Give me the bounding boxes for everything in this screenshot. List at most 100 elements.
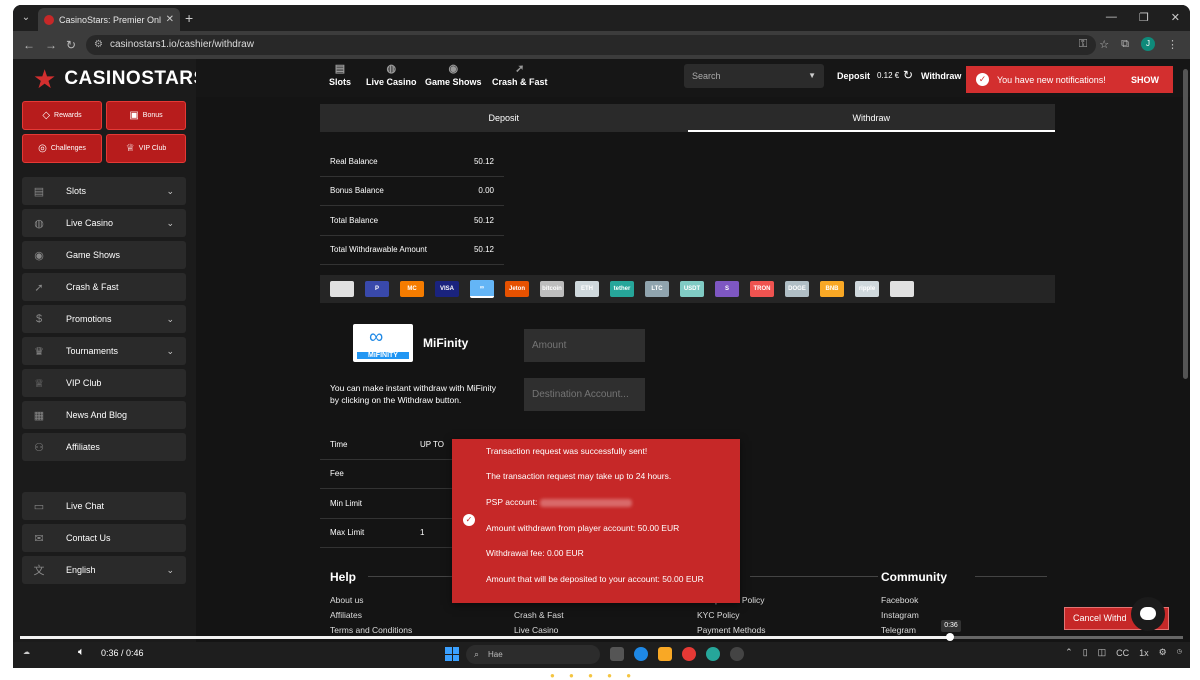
settings-icon[interactable]: ⚙ xyxy=(1159,647,1167,658)
sidebar-item-label: News And Blog xyxy=(66,410,128,420)
sidebar-item-tournaments[interactable]: ♛ Tournaments ⌄ xyxy=(22,337,186,365)
footer-link[interactable]: Crash & Fast xyxy=(514,610,564,620)
chevron-down-icon[interactable]: ⌄ xyxy=(166,218,174,229)
site-info-icon[interactable]: ⚙ xyxy=(94,35,103,55)
chevron-down-icon[interactable]: ⌄ xyxy=(166,186,174,197)
sidebar-item-promotions[interactable]: $ Promotions ⌄ xyxy=(22,305,186,333)
topnav-live-casino[interactable]: ◍ Live Casino xyxy=(366,62,417,87)
chevron-down-icon[interactable]: ⌄ xyxy=(166,565,174,576)
file-explorer-icon[interactable] xyxy=(658,647,672,661)
sidebar-item-live-chat[interactable]: ▭ Live Chat xyxy=(22,492,186,520)
tab-withdraw[interactable]: Withdraw xyxy=(687,104,1055,132)
app-icon[interactable] xyxy=(706,647,720,661)
footer-link[interactable]: Payment Methods xyxy=(697,625,766,635)
payment-method-9[interactable]: LTC xyxy=(645,281,669,297)
playback-speed[interactable]: 1x xyxy=(1139,648,1149,658)
topnav-slots[interactable]: ▤ Slots xyxy=(329,62,351,87)
network-icon[interactable]: ◫ xyxy=(1098,647,1107,658)
sidebar-item-news-blog[interactable]: ▦ News And Blog xyxy=(22,401,186,429)
video-progress-bar[interactable] xyxy=(20,633,1183,641)
footer-link[interactable]: Live Casino xyxy=(514,625,558,635)
footer-link[interactable]: Affiliates xyxy=(330,610,362,620)
topnav-crash-fast[interactable]: ➚ Crash & Fast xyxy=(492,62,548,87)
payment-method-13[interactable]: DOGE xyxy=(785,281,809,297)
profile-avatar[interactable]: J xyxy=(1141,37,1155,51)
payment-method-16[interactable] xyxy=(890,281,914,297)
captions-icon[interactable]: CC xyxy=(1116,648,1129,658)
payment-method-4[interactable]: ∞ xyxy=(470,280,494,298)
payment-method-6[interactable]: bitcoin xyxy=(540,281,564,297)
footer-link[interactable]: KYC Policy xyxy=(697,610,740,620)
payment-method-14[interactable]: BNB xyxy=(820,281,844,297)
edge-icon[interactable] xyxy=(634,647,648,661)
footer-link[interactable]: Telegram xyxy=(881,625,916,635)
payment-method-5[interactable]: Jeton xyxy=(505,281,529,297)
back-icon[interactable]: ← xyxy=(23,38,35,52)
new-tab-icon[interactable]: + xyxy=(185,10,193,26)
amount-input[interactable] xyxy=(524,329,645,362)
volume-icon[interactable]: 🔈︎ xyxy=(78,646,85,659)
chevron-up-icon[interactable]: ⌃ xyxy=(1065,647,1073,658)
chevron-down-icon[interactable]: ⌄ xyxy=(166,346,174,357)
start-icon[interactable] xyxy=(445,647,459,661)
payment-method-12[interactable]: TRON xyxy=(750,281,774,297)
bonus-button[interactable]: ▣ Bonus xyxy=(106,101,186,130)
taskbar-search[interactable]: ⌕ Hae xyxy=(466,645,600,664)
footer-link[interactable]: About us xyxy=(330,595,364,605)
battery-icon[interactable]: ▯ xyxy=(1083,647,1088,658)
payment-method-0[interactable] xyxy=(330,281,354,297)
vip-club-button[interactable]: ♕ VIP Club xyxy=(106,134,186,163)
weather-icon[interactable]: ☁ xyxy=(23,648,30,656)
refresh-balance-icon[interactable]: ↻ xyxy=(903,68,913,82)
sidebar-item-game-shows[interactable]: ◉ Game Shows xyxy=(22,241,186,269)
payment-method-7[interactable]: ETH xyxy=(575,281,599,297)
sidebar-item-affiliates[interactable]: ⚇ Affiliates xyxy=(22,433,186,461)
page-scrollbar[interactable] xyxy=(1183,69,1188,379)
task-view-icon[interactable] xyxy=(610,647,624,661)
extensions-icon[interactable]: ⧉ xyxy=(1121,38,1129,51)
search-select[interactable]: Search ▼ xyxy=(684,64,824,88)
forward-icon[interactable]: → xyxy=(45,38,57,52)
sidebar-item-vip-club[interactable]: ♕ VIP Club xyxy=(22,369,186,397)
footer-link[interactable]: Instagram xyxy=(881,610,919,620)
close-tab-icon[interactable]: ✕ xyxy=(166,14,174,25)
minimize-icon[interactable]: — xyxy=(1106,11,1117,24)
url-field[interactable]: ⚙ casinostars1.io/cashier/withdraw xyxy=(86,35,1096,55)
chrome-icon[interactable] xyxy=(682,647,696,661)
restore-icon[interactable]: ❐ xyxy=(1139,11,1149,24)
payment-method-11[interactable]: S xyxy=(715,281,739,297)
app-icon[interactable] xyxy=(730,647,744,661)
withdraw-link[interactable]: Withdraw xyxy=(921,71,961,81)
close-window-icon[interactable]: ✕ xyxy=(1171,11,1180,24)
payment-method-10[interactable]: USDT xyxy=(680,281,704,297)
sidebar-item-contact-us[interactable]: ✉ Contact Us xyxy=(22,524,186,552)
payment-method-1[interactable]: P xyxy=(365,281,389,297)
show-notifications-button[interactable]: SHOW xyxy=(1131,75,1159,85)
browser-tab[interactable]: CasinoStars: Premier Online Ca ✕ xyxy=(38,8,180,31)
challenges-button[interactable]: ◎ Challenges xyxy=(22,134,102,163)
brand-logo[interactable]: ★ CASINOSTARS xyxy=(33,66,207,92)
reload-icon[interactable]: ↻ xyxy=(66,38,76,52)
footer-link[interactable]: Terms and Conditions xyxy=(330,625,412,635)
chevron-down-icon[interactable]: ⌄ xyxy=(166,314,174,325)
sidebar-item-crash-fast[interactable]: ➚ Crash & Fast xyxy=(22,273,186,301)
deposit-link[interactable]: Deposit xyxy=(837,71,870,81)
sidebar-item-live-casino[interactable]: ◍ Live Casino ⌄ xyxy=(22,209,186,237)
payment-method-8[interactable]: tether xyxy=(610,281,634,297)
key-icon[interactable]: ⚿ xyxy=(1079,38,1087,51)
sidebar-item-slots[interactable]: ▤ Slots ⌄ xyxy=(22,177,186,205)
rewards-button[interactable]: ◇ Rewards xyxy=(22,101,102,130)
payment-method-2[interactable]: MC xyxy=(400,281,424,297)
limit-label: Max Limit xyxy=(330,528,365,538)
destination-account-input[interactable] xyxy=(524,378,645,411)
payment-method-3[interactable]: VISA xyxy=(435,281,459,297)
bookmark-star-icon[interactable]: ☆ xyxy=(1099,38,1109,51)
chat-launcher[interactable] xyxy=(1131,597,1165,631)
language-select[interactable]: 文 English ⌄ xyxy=(22,556,186,584)
topnav-game-shows[interactable]: ◉ Game Shows xyxy=(425,62,482,87)
tab-list-icon[interactable]: ⌄ xyxy=(19,11,33,25)
tab-deposit[interactable]: Deposit xyxy=(320,104,688,132)
footer-link[interactable]: Facebook xyxy=(881,595,918,605)
menu-dots-icon[interactable]: ⋮ xyxy=(1167,38,1178,51)
payment-method-15[interactable]: ripple xyxy=(855,281,879,297)
